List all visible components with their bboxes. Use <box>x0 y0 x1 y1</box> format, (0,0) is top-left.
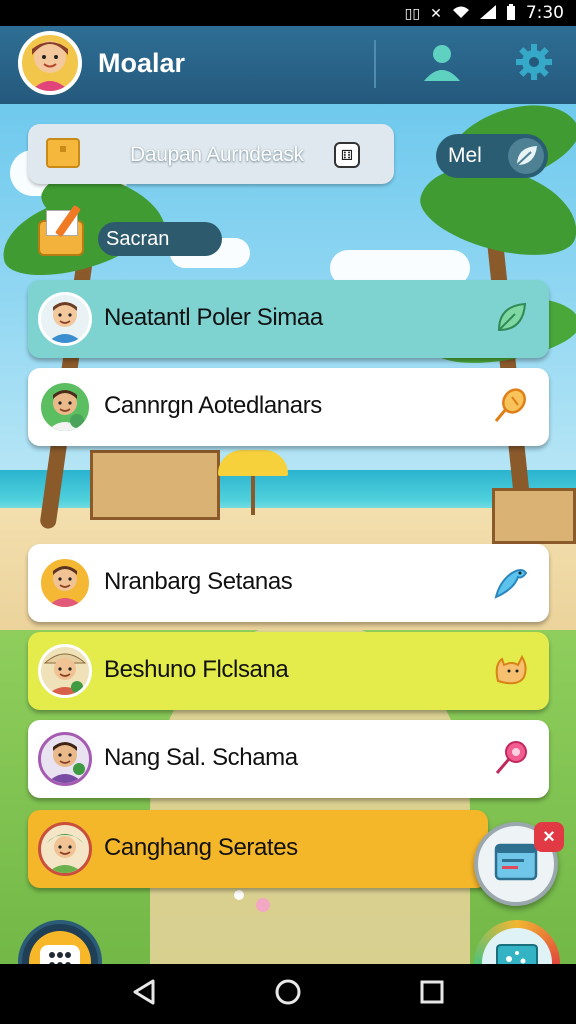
header-divider <box>374 40 376 88</box>
home-icon <box>274 978 302 1011</box>
item-action-button[interactable] <box>491 300 531 340</box>
list-item[interactable]: Nang Sal. Schama <box>28 720 549 798</box>
clock: 7:30 <box>525 3 564 23</box>
avatar <box>38 732 92 786</box>
item-label: Nranbarg Setanas <box>104 568 293 595</box>
person-icon <box>421 41 463 88</box>
app-header: Moalar <box>0 26 576 104</box>
flower <box>234 890 244 900</box>
avatar <box>38 380 92 434</box>
flower <box>256 898 270 912</box>
me-button[interactable]: Mel <box>436 134 548 178</box>
search-text: Daupan Aurndeask <box>130 143 304 166</box>
list-item[interactable]: Neatantl Poler Simaa <box>28 280 549 358</box>
section-label[interactable]: Sacran <box>98 222 222 256</box>
item-label: Canghang Serates <box>104 834 298 861</box>
cat-icon <box>492 651 530 694</box>
item-label: Neatantl Poler Simaa <box>104 304 323 331</box>
avatar <box>38 822 92 876</box>
recents-button[interactable] <box>416 978 448 1010</box>
back-icon <box>131 978 157 1011</box>
avatar <box>38 556 92 610</box>
beach-umbrella <box>218 450 288 476</box>
list-item[interactable]: Cannrgn Aotedlanars <box>28 368 549 446</box>
list-item[interactable]: Beshuno Flclsana <box>28 632 549 710</box>
folder-icon <box>46 138 80 168</box>
umbrella-pole <box>251 470 255 515</box>
avatar <box>38 292 92 346</box>
search-bar[interactable]: Daupan Aurndeask ⚅ <box>28 124 394 184</box>
recents-icon <box>419 979 445 1010</box>
leaf-icon <box>493 300 529 341</box>
item-label: Beshuno Flclsana <box>104 656 289 683</box>
status-bar: ▯▯ ✕ 7:30 <box>0 0 576 26</box>
avatar <box>38 644 92 698</box>
window-icon <box>494 843 538 886</box>
item-action-button[interactable] <box>491 652 531 692</box>
battery-icon <box>506 3 516 23</box>
item-action-button[interactable] <box>491 387 531 430</box>
back-button[interactable] <box>128 978 160 1010</box>
signal-icon <box>479 4 496 22</box>
close-icon: × <box>543 825 555 848</box>
mute-icon: ✕ <box>430 4 442 21</box>
gear-icon <box>514 42 554 87</box>
leaf-icon <box>508 138 544 174</box>
pin-icon <box>492 739 530 782</box>
guitar-icon <box>492 387 530 430</box>
bird-icon <box>492 563 530 606</box>
me-label: Mel <box>448 144 482 167</box>
item-label: Cannrgn Aotedlanars <box>104 392 322 419</box>
avatar[interactable] <box>18 31 82 95</box>
wifi-icon <box>452 5 470 22</box>
list-item[interactable]: Nranbarg Setanas <box>28 544 549 622</box>
list-item[interactable]: Canghang Serates <box>28 810 488 888</box>
navigation-bar <box>0 964 576 1024</box>
profile-button[interactable] <box>418 40 466 88</box>
home-button[interactable] <box>272 978 304 1010</box>
app-title: Moalar <box>98 48 186 78</box>
close-button[interactable]: × <box>534 822 564 852</box>
hut <box>492 488 576 544</box>
item-label: Nang Sal. Schama <box>104 744 298 771</box>
nfc-icon: ▯▯ <box>404 4 421 21</box>
dice-icon[interactable]: ⚅ <box>334 142 360 168</box>
settings-button[interactable] <box>510 40 558 88</box>
hut <box>90 450 220 520</box>
item-action-button[interactable] <box>491 740 531 780</box>
item-action-button[interactable] <box>491 564 531 604</box>
